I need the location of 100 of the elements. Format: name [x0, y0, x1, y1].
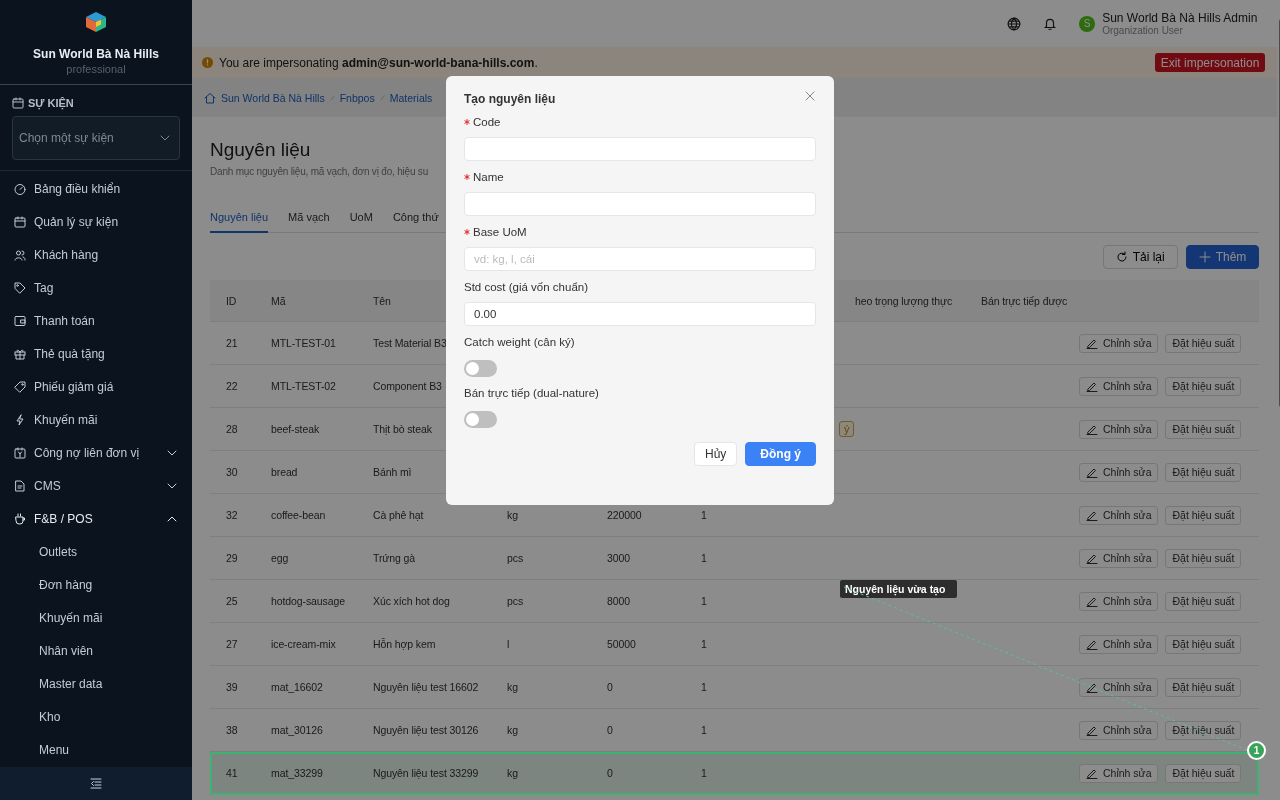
cancel-button[interactable]: Hủy — [694, 442, 738, 466]
sidebar-subitem[interactable]: Kho — [0, 700, 192, 734]
set-efficiency-button[interactable]: Đặt hiệu suất — [1165, 591, 1242, 611]
edit-button[interactable]: Chỉnh sửa — [1079, 763, 1159, 783]
sidebar-item[interactable]: Thẻ quà tặng — [0, 337, 192, 371]
table-cell: 22 — [226, 380, 238, 392]
plus-icon — [1198, 251, 1211, 263]
table-cell: Bánh mì — [373, 466, 412, 478]
sidebar-item[interactable]: CMS — [0, 469, 192, 503]
table-cell: kg — [507, 509, 518, 521]
tab[interactable]: Mã vạch — [288, 202, 330, 233]
input-field[interactable]: 0.00 — [464, 302, 816, 326]
column-header: ID — [226, 294, 237, 307]
tab[interactable]: Công thứ — [392, 202, 439, 233]
set-efficiency-button[interactable]: Đặt hiệu suất — [1165, 333, 1242, 353]
sidebar-item[interactable]: Phiếu giảm giá — [0, 370, 192, 404]
input-field[interactable] — [464, 137, 816, 161]
edit-button[interactable]: Chỉnh sửa — [1079, 634, 1159, 654]
table-cell: Nguyên liệu test 33299 — [373, 767, 479, 779]
field-label: Std cost (giá vốn chuẩn) — [464, 281, 588, 293]
sidebar-subitem[interactable]: Đơn hàng — [0, 568, 192, 602]
input-field[interactable] — [464, 192, 816, 216]
tab[interactable]: UoM — [349, 202, 373, 233]
breadcrumb-link[interactable]: Materials — [389, 91, 433, 104]
sidebar-item[interactable]: Khách hàng — [0, 238, 192, 272]
table-cell: Nguyên liệu test 16602 — [373, 681, 479, 693]
table-cell: 27 — [226, 638, 238, 650]
sidebar-subitem[interactable]: Outlets — [0, 535, 192, 569]
user-name: Sun World Bà Nà Hills Admin — [1102, 11, 1258, 25]
tag-icon — [14, 282, 26, 295]
edit-button[interactable]: Chỉnh sửa — [1079, 505, 1159, 525]
table-cell: 1 — [701, 595, 707, 607]
input-field[interactable]: vd: kg, l, cái — [464, 247, 816, 271]
edit-button[interactable]: Chỉnh sửa — [1079, 376, 1159, 396]
edit-button[interactable]: Chỉnh sửa — [1079, 419, 1159, 439]
annotation-label: Nguyên liệu vừa tạo — [840, 580, 957, 598]
status-tag: ý — [839, 421, 855, 437]
breadcrumb-link[interactable]: Sun World Bà Nà Hills — [221, 91, 325, 104]
set-efficiency-button[interactable]: Đặt hiệu suất — [1165, 677, 1242, 697]
sidebar-subitem[interactable]: Khuyến mãi — [0, 601, 192, 635]
toggle-switch[interactable] — [464, 360, 497, 377]
bell-icon — [1043, 16, 1058, 31]
table-cell: kg — [507, 767, 518, 779]
exit-impersonation-button[interactable]: Exit impersonation — [1154, 53, 1266, 72]
sidebar-subitem[interactable]: Master data — [0, 667, 192, 701]
tab[interactable]: Nguyên liệu — [210, 202, 269, 233]
table-cell: 1 — [701, 767, 707, 779]
edit-button[interactable]: Chỉnh sửa — [1079, 333, 1159, 353]
dialog-title: Tạo nguyên liệu — [464, 92, 556, 106]
set-efficiency-button[interactable]: Đặt hiệu suất — [1165, 462, 1242, 482]
table-cell: 30 — [226, 466, 238, 478]
gauge-icon — [14, 183, 26, 196]
table-cell: bread — [271, 466, 298, 478]
page-title: Nguyên liệu — [210, 139, 311, 161]
sidebar-item[interactable]: Thanh toán — [0, 304, 192, 338]
edit-button[interactable]: Chỉnh sửa — [1079, 677, 1159, 697]
sidebar-subitem[interactable]: Nhân viên — [0, 634, 192, 668]
sidebar-item[interactable]: Khuyến mãi — [0, 403, 192, 437]
pencil-icon — [1086, 595, 1098, 607]
field-label: Name — [473, 171, 504, 183]
set-efficiency-button[interactable]: Đặt hiệu suất — [1165, 720, 1242, 740]
edit-button[interactable]: Chỉnh sửa — [1079, 720, 1159, 740]
edit-button[interactable]: Chỉnh sửa — [1079, 591, 1159, 611]
sidebar-item[interactable]: F&B / POS — [0, 502, 192, 536]
add-button[interactable]: Thêm — [1185, 245, 1260, 269]
pencil-icon — [1086, 423, 1098, 435]
sidebar-item[interactable]: Tag — [0, 271, 192, 305]
sidebar-item[interactable]: Quản lý sự kiện — [0, 205, 192, 239]
sidebar-subitem[interactable]: Menu — [0, 733, 192, 767]
set-efficiency-button[interactable]: Đặt hiệu suất — [1165, 376, 1242, 396]
set-efficiency-button[interactable]: Đặt hiệu suất — [1165, 763, 1242, 783]
table-cell: 28 — [226, 423, 238, 435]
breadcrumb-link[interactable]: Fnbpos — [339, 91, 375, 104]
sidebar-item[interactable]: Bảng điều khiển — [0, 172, 192, 206]
edit-button[interactable]: Chỉnh sửa — [1079, 548, 1159, 568]
confirm-button[interactable]: Đồng ý — [745, 442, 816, 466]
table-cell: 41 — [226, 767, 238, 779]
table-cell: mat_30126 — [271, 724, 323, 736]
table-cell: 21 — [226, 337, 238, 349]
set-efficiency-button[interactable]: Đặt hiệu suất — [1165, 505, 1242, 525]
table-cell: kg — [507, 681, 518, 693]
table-cell: Test Material B3 — [373, 337, 447, 349]
reload-button[interactable]: Tải lại — [1102, 245, 1178, 269]
field-label: Code — [473, 116, 501, 128]
set-efficiency-button[interactable]: Đặt hiệu suất — [1165, 548, 1242, 568]
plan-label: professional — [66, 63, 126, 75]
user-role: Organization User — [1102, 24, 1184, 36]
toggle-switch[interactable] — [464, 411, 497, 428]
table-cell: beef-steak — [271, 423, 320, 435]
set-efficiency-button[interactable]: Đặt hiệu suất — [1165, 419, 1242, 439]
set-efficiency-button[interactable]: Đặt hiệu suất — [1165, 634, 1242, 654]
calendar-icon — [12, 96, 24, 109]
users-icon — [14, 249, 26, 262]
pencil-icon — [1086, 724, 1098, 736]
sidebar-item[interactable]: Công nợ liên đơn vị — [0, 436, 192, 470]
event-select[interactable]: Chọn một sự kiện — [12, 115, 180, 160]
edit-button[interactable]: Chỉnh sửa — [1079, 462, 1159, 482]
table-cell: 1 — [701, 724, 707, 736]
close-icon[interactable] — [804, 90, 816, 102]
table-cell: Cà phê hạt — [373, 509, 424, 521]
